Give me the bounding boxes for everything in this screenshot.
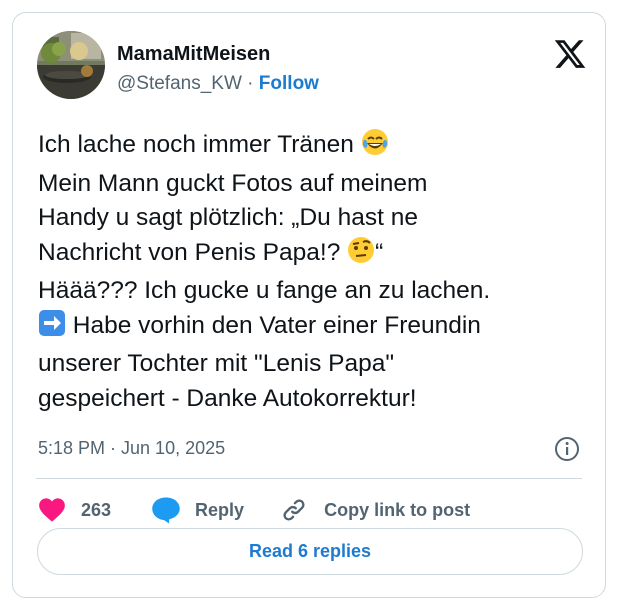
tweet-line-5: Häää??? Ich gucke u fange an zu lachen. [38,277,491,304]
tweet-timestamp[interactable]: 5:18 PM · Jun 10, 2025 [38,438,225,459]
x-logo-icon[interactable] [553,37,587,71]
read-replies-button[interactable]: Read 6 replies [37,528,583,575]
separator: · [241,73,259,94]
tweet-line-7: unserer Tochter mit "Lenis Papa" [38,350,395,377]
tweet-line-2: Mein Mann guckt Fotos auf meinem [38,169,428,197]
link-icon [280,496,308,524]
tweet-text: Ich lache noch immer Tränen Mein Mann gu… [38,128,598,416]
like-button[interactable]: 263 [38,497,111,523]
user-handle[interactable]: @Stefans_KW [117,73,242,94]
tweet-card: MamaMitMeisen @Stefans_KW · Follow Ich l… [12,12,606,598]
copy-link-button[interactable]: Copy link to post [280,496,470,524]
display-name[interactable]: MamaMitMeisen [117,43,270,66]
reply-button[interactable]: Reply [151,496,244,524]
tweet-line-4: Nachricht von Penis Papa!? “ [38,236,598,275]
tweet-line-8: gespeichert - Danke Autokorrektur! [38,384,417,412]
info-icon[interactable] [554,436,580,462]
like-count: 263 [81,499,112,520]
tweet-line-3: Handy u sagt plötzlich: „Du hast ne [38,204,418,231]
reply-label: Reply [195,499,245,520]
laughing-tears-emoji [361,128,389,167]
heart-icon [38,497,66,523]
tweet-line-6: Habe vorhin den Vater einer Freundin [38,309,598,348]
handle-row: @Stefans_KW · Follow [117,73,319,95]
follow-button[interactable]: Follow [259,73,319,94]
reply-bubble-icon [151,496,181,524]
divider [36,478,582,479]
raised-eyebrow-emoji [347,236,375,275]
tweet-line-1: Ich lache noch immer Tränen [38,128,598,167]
right-arrow-emoji [38,309,66,348]
action-bar: 263 Reply Copy link to post [38,495,470,525]
copy-link-label: Copy link to post [324,499,471,520]
avatar[interactable] [37,31,105,99]
